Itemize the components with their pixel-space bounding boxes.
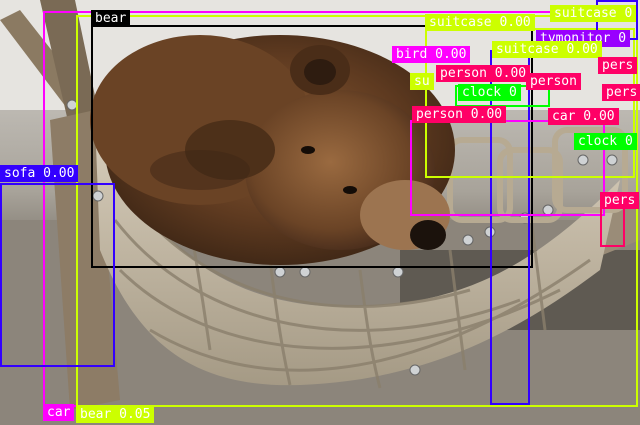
label-clock-2: clock 0 [574, 133, 637, 150]
label-bird: bird 0.00 [392, 46, 471, 63]
label-suitcase-1: suitcase 0.00 [425, 14, 535, 31]
label-clock-1: clock 0 [458, 84, 521, 101]
label-car-bottom: car [43, 404, 75, 421]
label-person-1: person 0.00 [436, 65, 531, 82]
label-suitcase-3: suitcase 0.00 [492, 41, 602, 58]
label-person-3: person 0.00 [412, 106, 507, 123]
detection-overlay: bear suitcase 0.00 suitcase 0 tvmonitor … [0, 0, 640, 425]
label-suitcase-4: su [410, 73, 434, 90]
label-person-5: pers [602, 84, 640, 101]
label-person-2: person [526, 73, 581, 90]
bbox-sofa [0, 183, 115, 367]
label-person-4: pers [598, 57, 638, 74]
label-bear-bottom: bear 0.05 [76, 406, 155, 423]
label-car: car 0.00 [548, 108, 619, 125]
label-sofa: sofa 0.00 [0, 165, 79, 182]
bbox-crimson-right [600, 205, 625, 247]
label-bear: bear [91, 10, 131, 27]
label-suitcase-2: suitcase 0 [550, 5, 637, 22]
detection-screenshot: bear suitcase 0.00 suitcase 0 tvmonitor … [0, 0, 640, 425]
label-person-right: pers [600, 192, 640, 209]
